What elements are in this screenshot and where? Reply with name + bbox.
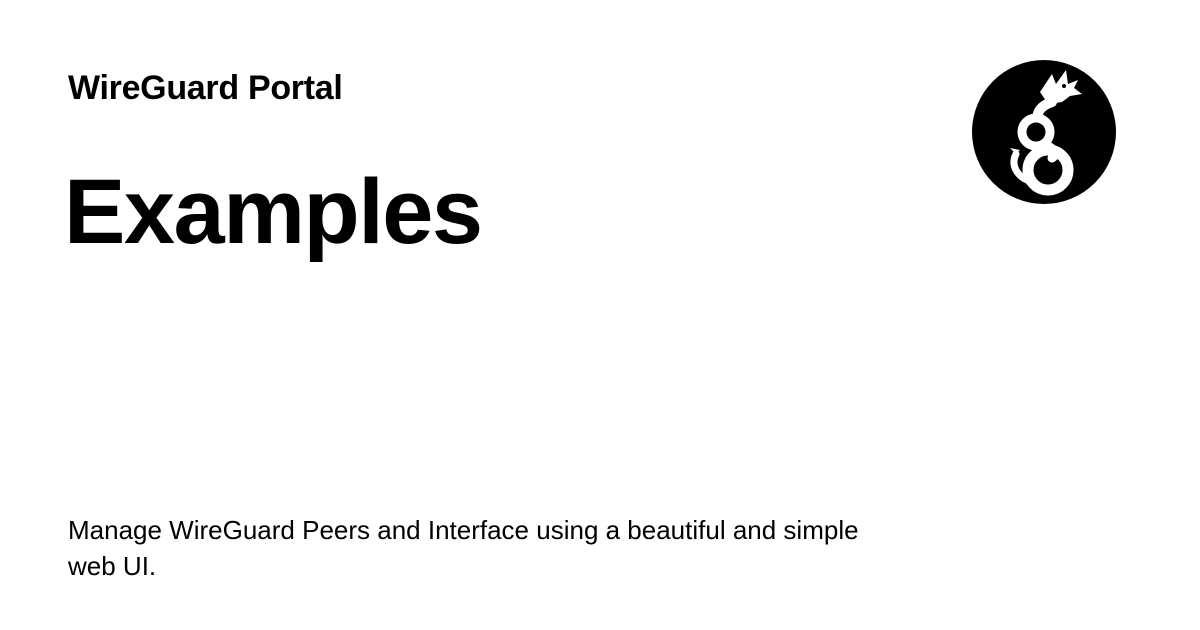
page-title: Examples (64, 161, 483, 263)
wireguard-dragon-icon (972, 60, 1116, 204)
page-description: Manage WireGuard Peers and Interface usi… (68, 515, 859, 581)
wireguard-logo (970, 58, 1118, 206)
site-name: WireGuard Portal (68, 69, 343, 107)
